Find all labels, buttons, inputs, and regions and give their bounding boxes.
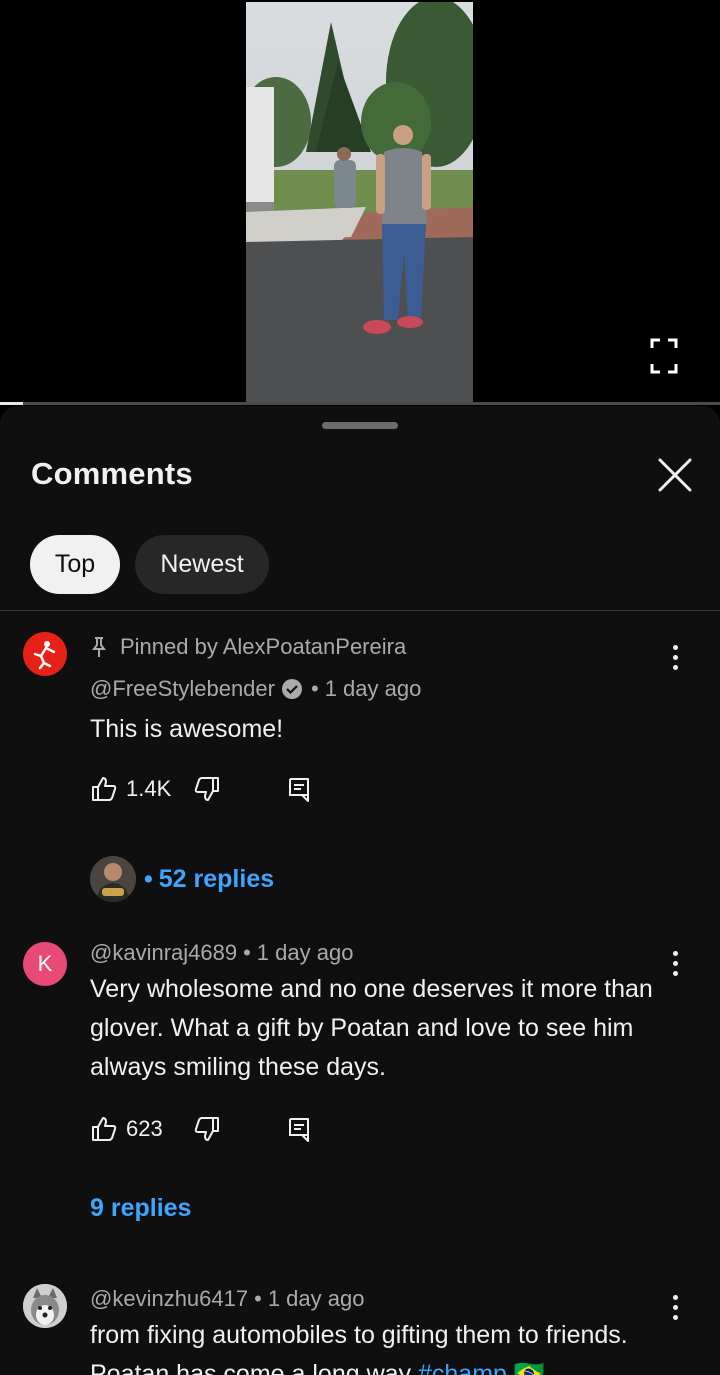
avatar[interactable] bbox=[23, 632, 67, 676]
reply-icon bbox=[289, 778, 310, 802]
comment-author[interactable]: @FreeStylebender bbox=[90, 676, 275, 702]
comment-text-block: from fixing automobiles to gifting them … bbox=[90, 1316, 680, 1375]
like-button[interactable]: 1.4K bbox=[90, 775, 171, 803]
like-button[interactable]: 623 bbox=[90, 1115, 163, 1143]
replies-prefix: • bbox=[144, 864, 153, 893]
husky-avatar-image bbox=[23, 1284, 67, 1328]
avatar[interactable] bbox=[23, 1284, 67, 1328]
flag-emoji: 🇧🇷 bbox=[513, 1360, 546, 1375]
comment-item: @kevinzhu6417 • 1 day ago from fixing au… bbox=[0, 1276, 720, 1375]
comment-author[interactable]: @kevinzhu6417 bbox=[90, 1286, 248, 1312]
comment-item: Pinned by AlexPoatanPereira @FreeStylebe… bbox=[0, 624, 720, 904]
sort-chip-top[interactable]: Top bbox=[30, 535, 120, 594]
more-options-icon[interactable] bbox=[664, 640, 686, 674]
pin-icon bbox=[92, 637, 106, 657]
hashtag-link[interactable]: #champ bbox=[418, 1360, 507, 1375]
fullscreen-icon[interactable] bbox=[648, 336, 680, 376]
avatar[interactable]: K bbox=[23, 942, 67, 986]
like-count: 623 bbox=[126, 1116, 163, 1141]
comment-meta: @kavinraj4689 • 1 day ago bbox=[90, 940, 353, 966]
close-icon[interactable] bbox=[654, 454, 696, 496]
video-progress-fill bbox=[0, 402, 24, 405]
meta-separator: • bbox=[254, 1286, 262, 1311]
verified-icon bbox=[281, 679, 302, 699]
comment-actions: 623 bbox=[90, 1112, 311, 1146]
creator-reply-avatar bbox=[90, 856, 136, 902]
dislike-button[interactable] bbox=[193, 1115, 221, 1143]
replies-count: 9 replies bbox=[90, 1194, 192, 1222]
comment-text: from fixing automobiles to gifting them … bbox=[90, 1321, 628, 1375]
comment-time: 1 day ago bbox=[324, 676, 422, 701]
thumbs-down-icon bbox=[194, 1117, 219, 1141]
reply-icon bbox=[288, 1118, 309, 1142]
creator-avatar-image bbox=[90, 856, 136, 902]
replies-count: 52 replies bbox=[158, 864, 275, 893]
comment-time: 1 day ago bbox=[267, 1286, 365, 1311]
pinned-label-row: Pinned by AlexPoatanPereira bbox=[90, 634, 406, 660]
comment-time: 1 day ago bbox=[256, 940, 354, 965]
video-frame[interactable] bbox=[246, 2, 473, 405]
drag-handle[interactable] bbox=[322, 422, 398, 429]
thumbs-up-icon bbox=[92, 777, 117, 801]
more-options-icon[interactable] bbox=[664, 1290, 686, 1324]
video-player[interactable] bbox=[0, 0, 720, 405]
comment-text: Very wholesome and no one deserves it mo… bbox=[90, 975, 653, 1081]
comment-author[interactable]: @kavinraj4689 bbox=[90, 940, 237, 966]
thumbs-down-icon bbox=[195, 777, 220, 801]
comment-meta: @kevinzhu6417 • 1 day ago bbox=[90, 1286, 364, 1312]
comment-actions: 1.4K bbox=[90, 772, 311, 806]
dislike-button[interactable] bbox=[193, 775, 221, 803]
meta-separator: • bbox=[310, 676, 319, 701]
video-progress-bar[interactable] bbox=[0, 402, 720, 405]
thumbs-up-icon bbox=[92, 1117, 117, 1141]
avatar-letter: K bbox=[37, 951, 53, 976]
comment-text: This is awesome! bbox=[90, 715, 284, 743]
panel-title: Comments bbox=[31, 456, 193, 491]
divider bbox=[0, 610, 720, 611]
view-replies-link[interactable]: 9 replies bbox=[90, 1194, 191, 1223]
sort-chip-newest[interactable]: Newest bbox=[135, 535, 269, 594]
comments-panel: Comments Top Newest Pinned by AlexPoatan… bbox=[0, 406, 720, 1375]
comment-meta: @FreeStylebender • 1 day ago bbox=[90, 676, 421, 702]
pinned-label: Pinned by AlexPoatanPereira bbox=[120, 634, 407, 659]
reply-button[interactable] bbox=[287, 1115, 311, 1143]
meta-separator: • bbox=[243, 940, 251, 965]
like-count: 1.4K bbox=[126, 776, 172, 801]
video-thumbnail-image bbox=[246, 2, 473, 405]
more-options-icon[interactable] bbox=[664, 946, 686, 980]
fighter-logo-icon bbox=[23, 632, 67, 676]
view-replies-link[interactable]: • 52 replies bbox=[90, 856, 274, 902]
reply-button[interactable] bbox=[287, 775, 311, 803]
comment-item: K @kavinraj4689 • 1 day ago Very wholeso… bbox=[0, 932, 720, 1232]
